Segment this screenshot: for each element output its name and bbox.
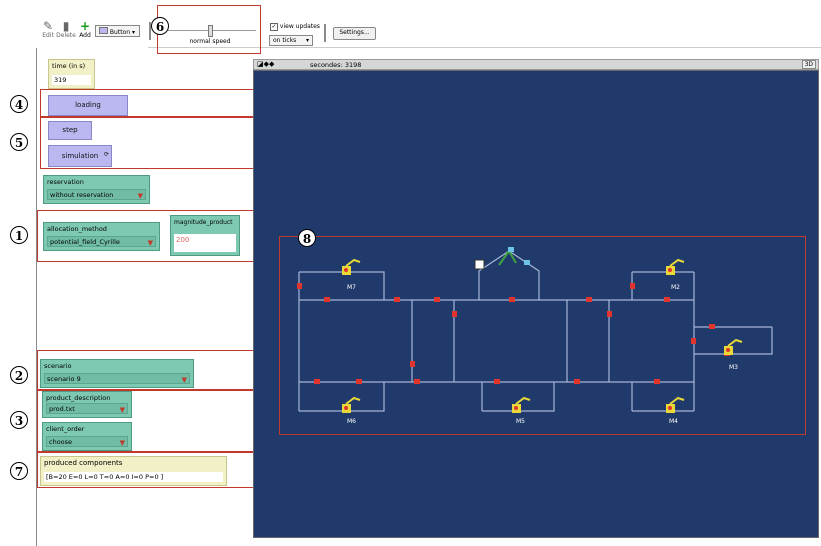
annotation-marker: 7 [10,462,28,480]
button-widget-icon [99,27,108,34]
annotation-box-2 [37,350,262,390]
settings-button[interactable]: Settings... [333,27,376,40]
checkbox-icon: ✓ [270,23,278,31]
view-controls-icon[interactable]: ◪◆◆ [257,60,274,68]
widget-type-select[interactable]: Button ▾ [95,25,140,37]
3d-button[interactable]: 3D [801,60,816,69]
view-header: ◪◆◆ secondes: 3198 3D [253,59,819,70]
annotation-box-7 [37,452,262,488]
annotation-box-5 [40,117,262,169]
chevron-down-icon: ▾ [131,29,135,36]
toolbar-separator [324,24,326,42]
annotation-marker: 6 [151,17,169,35]
annotation-box-6 [157,5,261,54]
update-mode-select[interactable]: on ticks ▾ [269,35,313,46]
plus-icon: + [79,19,91,33]
time-monitor: time (in s) 319 [48,59,95,89]
annotation-box-8 [279,236,806,435]
view-updates-checkbox[interactable]: ✓ view updates [270,23,320,31]
chevron-down-icon: ▾ [305,37,309,44]
annotation-marker: 8 [298,229,316,247]
annotation-box-4 [40,89,262,117]
reservation-chooser[interactable]: reservation without reservation ▼ [43,175,150,204]
ticks-counter: secondes: 3198 [310,61,362,69]
add-button[interactable]: + Add [74,20,96,39]
annotation-marker: 3 [10,411,28,429]
annotation-marker: 4 [10,95,28,113]
annotation-marker: 2 [10,366,28,384]
annotation-marker: 5 [10,133,28,151]
annotation-marker: 1 [10,226,28,244]
annotation-box-3 [37,390,262,452]
annotation-box-1 [37,210,262,262]
dropdown-arrow-icon: ▼ [137,192,143,200]
